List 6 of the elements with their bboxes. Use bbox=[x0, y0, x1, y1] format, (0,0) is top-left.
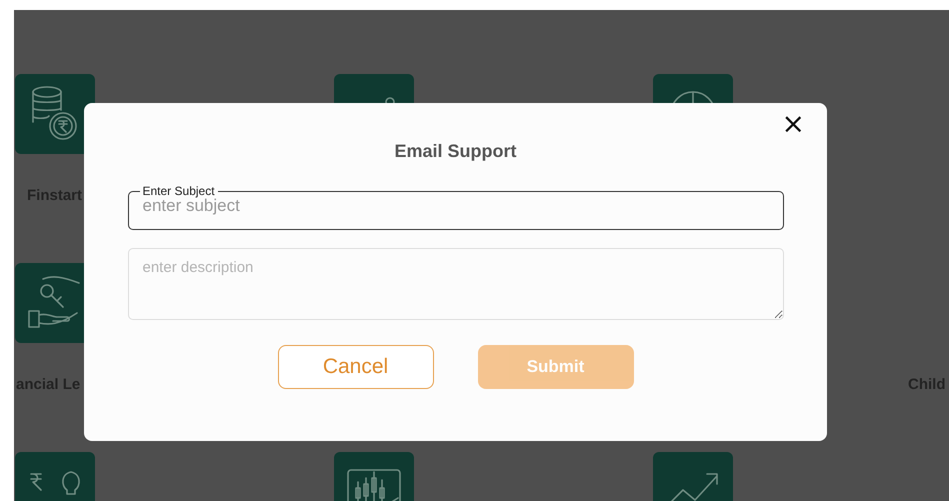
close-button[interactable]: × bbox=[778, 109, 809, 140]
dialog-title: Email Support bbox=[394, 141, 516, 162]
field-label: Enter Subject bbox=[142, 184, 216, 198]
feature-tile[interactable] bbox=[15, 74, 95, 154]
description-field[interactable]: enter description bbox=[128, 248, 784, 320]
subject-field[interactable]: Enter Subject enter subject bbox=[128, 184, 784, 230]
